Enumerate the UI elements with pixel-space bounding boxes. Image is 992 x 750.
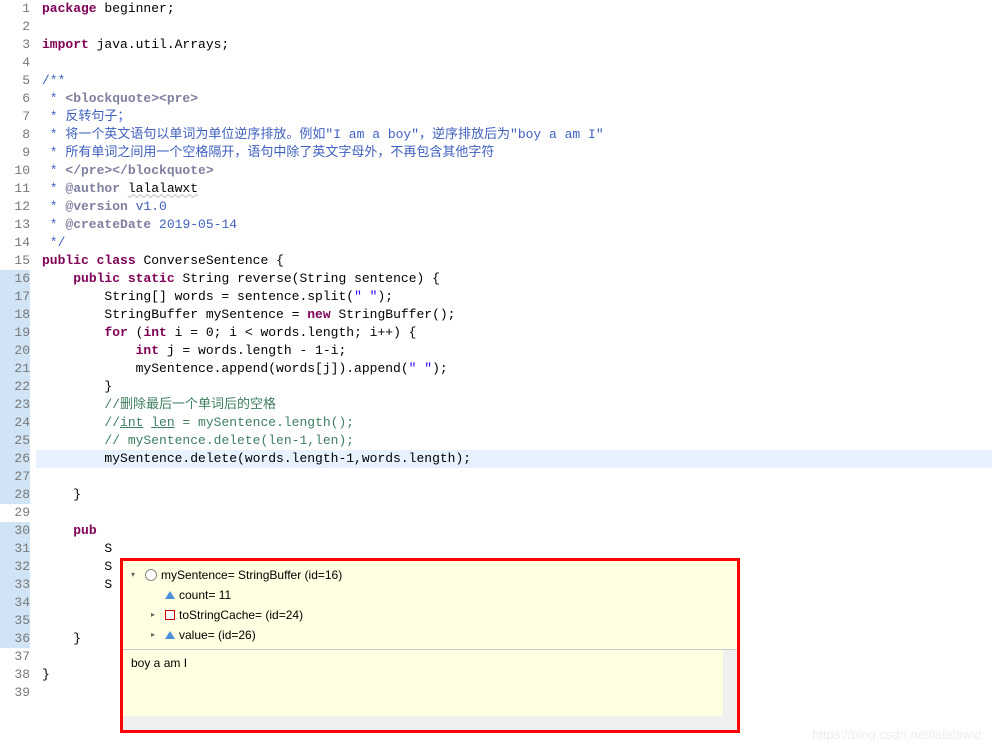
line-number: 31 (0, 540, 30, 558)
line-number: 3 (0, 36, 30, 54)
code-line[interactable]: S (36, 540, 992, 558)
line-number: 19 (0, 324, 30, 342)
code-line[interactable]: * @author lalalawxt (36, 180, 992, 198)
debug-variable-popup[interactable]: ▾ mySentence= StringBuffer (id=16) count… (120, 558, 740, 733)
debug-var-name: mySentence= StringBuffer (id=16) (161, 565, 342, 585)
code-line[interactable]: * 将一个英文语句以单词为单位逆序排放。例如"I am a boy"，逆序排放后… (36, 126, 992, 144)
code-line[interactable]: import java.util.Arrays; (36, 36, 992, 54)
code-line[interactable]: mySentence.append(words[j]).append(" "); (36, 360, 992, 378)
collapse-icon[interactable]: ▾ (131, 565, 141, 585)
debug-var-row[interactable]: count= 11 (131, 585, 729, 605)
code-line[interactable] (36, 54, 992, 72)
line-gutter: 1234567891011121314151617181920212223242… (0, 0, 36, 702)
line-number: 7 (0, 108, 30, 126)
line-number: 13 (0, 216, 30, 234)
code-line[interactable]: pub (36, 522, 992, 540)
line-number: 10 (0, 162, 30, 180)
code-line[interactable]: /** (36, 72, 992, 90)
line-number: 26 (0, 450, 30, 468)
line-number: 17 (0, 288, 30, 306)
field-icon (165, 591, 175, 599)
line-number: 5 (0, 72, 30, 90)
line-number: 4 (0, 54, 30, 72)
code-line[interactable]: * @version v1.0 (36, 198, 992, 216)
line-number: 21 (0, 360, 30, 378)
line-number: 12 (0, 198, 30, 216)
debug-var-label: value= (id=26) (179, 625, 256, 645)
debug-var-header[interactable]: ▾ mySentence= StringBuffer (id=16) (131, 565, 729, 585)
field-icon (165, 631, 175, 639)
line-number: 8 (0, 126, 30, 144)
line-number: 1 (0, 0, 30, 18)
code-line[interactable]: int j = words.length - 1-i; (36, 342, 992, 360)
line-number: 32 (0, 558, 30, 576)
debug-output: boy a am I (123, 650, 737, 730)
code-line[interactable]: StringBuffer mySentence = new StringBuff… (36, 306, 992, 324)
debug-output-text: boy a am I (131, 656, 187, 670)
code-line[interactable]: * </pre></blockquote> (36, 162, 992, 180)
line-number: 28 (0, 486, 30, 504)
line-number: 9 (0, 144, 30, 162)
line-number: 27 (0, 468, 30, 486)
code-line[interactable]: } (36, 378, 992, 396)
code-line[interactable]: package beginner; (36, 0, 992, 18)
code-line[interactable]: // mySentence.delete(len-1,len); (36, 432, 992, 450)
code-line[interactable]: String[] words = sentence.split(" "); (36, 288, 992, 306)
code-line[interactable]: public static String reverse(String sent… (36, 270, 992, 288)
line-number: 18 (0, 306, 30, 324)
debug-var-label: toStringCache= (id=24) (179, 605, 303, 625)
expand-icon[interactable]: ▸ (151, 625, 161, 645)
line-number: 33 (0, 576, 30, 594)
code-line[interactable]: //删除最后一个单词后的空格 (36, 396, 992, 414)
watermark: https://blog.csdn.net/lalalawxt (812, 727, 982, 742)
debug-var-row[interactable]: ▸ value= (id=26) (131, 625, 729, 645)
line-number: 38 (0, 666, 30, 684)
line-number: 6 (0, 90, 30, 108)
debug-var-label: count= 11 (179, 585, 231, 605)
code-line[interactable]: * 反转句子； (36, 108, 992, 126)
code-line[interactable]: mySentence.delete(words.length-1,words.l… (36, 450, 992, 468)
line-number: 35 (0, 612, 30, 630)
line-number: 36 (0, 630, 30, 648)
line-number: 22 (0, 378, 30, 396)
code-line[interactable] (36, 468, 992, 486)
code-line[interactable]: } (36, 486, 992, 504)
line-number: 15 (0, 252, 30, 270)
char-array-icon (165, 610, 175, 620)
code-line[interactable] (36, 504, 992, 522)
line-number: 30 (0, 522, 30, 540)
scrollbar-vertical[interactable] (723, 650, 737, 716)
code-line[interactable]: //int len = mySentence.length(); (36, 414, 992, 432)
expand-icon[interactable]: ▸ (151, 605, 161, 625)
line-number: 2 (0, 18, 30, 36)
line-number: 24 (0, 414, 30, 432)
debug-tree[interactable]: ▾ mySentence= StringBuffer (id=16) count… (123, 561, 737, 650)
code-line[interactable] (36, 18, 992, 36)
code-line[interactable]: * 所有单词之间用一个空格隔开，语句中除了英文字母外，不再包含其他字符 (36, 144, 992, 162)
code-line[interactable]: public class ConverseSentence { (36, 252, 992, 270)
line-number: 37 (0, 648, 30, 666)
scrollbar-horizontal[interactable] (123, 716, 737, 730)
code-line[interactable]: * <blockquote><pre> (36, 90, 992, 108)
line-number: 23 (0, 396, 30, 414)
object-icon (145, 569, 157, 581)
line-number: 29 (0, 504, 30, 522)
line-number: 11 (0, 180, 30, 198)
line-number: 39 (0, 684, 30, 702)
code-line[interactable]: for (int i = 0; i < words.length; i++) { (36, 324, 992, 342)
debug-var-row[interactable]: ▸ toStringCache= (id=24) (131, 605, 729, 625)
line-number: 34 (0, 594, 30, 612)
code-line[interactable]: */ (36, 234, 992, 252)
line-number: 14 (0, 234, 30, 252)
code-line[interactable]: * @createDate 2019-05-14 (36, 216, 992, 234)
line-number: 16 (0, 270, 30, 288)
line-number: 20 (0, 342, 30, 360)
line-number: 25 (0, 432, 30, 450)
